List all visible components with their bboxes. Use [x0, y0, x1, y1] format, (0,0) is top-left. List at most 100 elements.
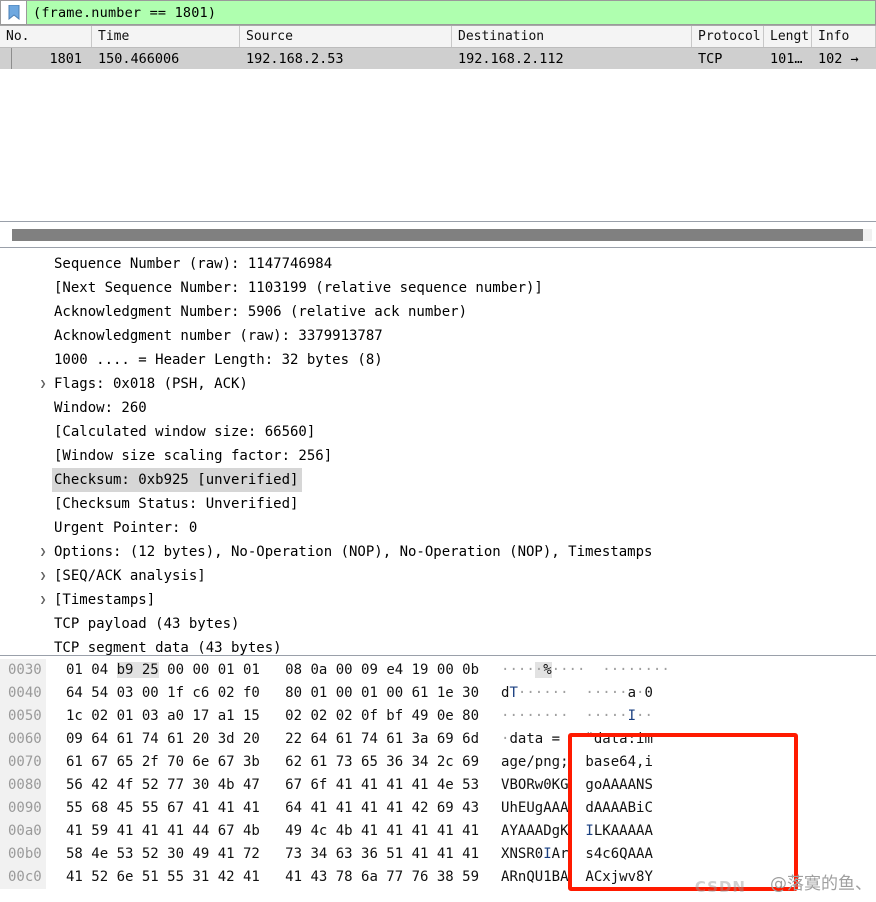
- detail-tree-row[interactable]: [Checksum Status: Unverified]: [0, 492, 876, 516]
- column-header-protocol[interactable]: Protocol: [692, 26, 764, 47]
- detail-tree-row[interactable]: [Next Sequence Number: 1103199 (relative…: [0, 276, 876, 300]
- chevron-right-icon[interactable]: ❯: [34, 588, 52, 612]
- detail-tree-label: Acknowledgment Number: 5906 (relative ac…: [54, 304, 468, 320]
- hex-offset: 0050: [0, 705, 46, 728]
- hex-ascii: ARnQU1BA ACxjwv8Y: [501, 869, 653, 885]
- hex-ascii: XNSR0IAr s4c6QAAA: [501, 846, 653, 862]
- hex-ascii: ········ ·····I··: [501, 708, 653, 724]
- detail-tree-label: Window: 260: [54, 400, 147, 416]
- hex-dump-row[interactable]: 0040 64 54 03 00 1f c6 02 f0 80 01 00 01 …: [0, 682, 876, 705]
- hex-bytes: 61 67 65 2f 70 6e 67 3b 62 61 73 65 36 3…: [66, 754, 480, 770]
- detail-tree-row[interactable]: 1000 .... = Header Length: 32 bytes (8): [0, 348, 876, 372]
- detail-tree-row[interactable]: TCP payload (43 bytes): [0, 612, 876, 636]
- display-filter-input[interactable]: (frame.number == 1801): [26, 0, 876, 25]
- hex-ascii: ·····%···· ········: [501, 662, 670, 678]
- hex-offset: 0070: [0, 751, 46, 774]
- detail-tree-row[interactable]: TCP segment data (43 bytes): [0, 636, 876, 655]
- hex-dump-row[interactable]: 00a0 41 59 41 41 41 44 67 4b 49 4c 4b 41 …: [0, 820, 876, 843]
- cell-no: 1801: [49, 50, 82, 67]
- detail-tree-label: Checksum: 0xb925 [unverified]: [52, 468, 303, 492]
- detail-tree-label: [Next Sequence Number: 1103199 (relative…: [54, 280, 543, 296]
- hex-ascii: AYAAADgK ILKAAAAA: [501, 823, 653, 839]
- cell-time: 150.466006: [98, 50, 180, 67]
- hex-dump-row[interactable]: 00b0 58 4e 53 52 30 49 41 72 73 34 63 36 …: [0, 843, 876, 866]
- detail-tree-row[interactable]: ❯ [SEQ/ACK analysis]: [0, 564, 876, 588]
- column-header-destination[interactable]: Destination: [452, 26, 692, 47]
- csdn-watermark: CSDN: [694, 878, 746, 896]
- detail-tree-row[interactable]: Acknowledgment Number: 5906 (relative ac…: [0, 300, 876, 324]
- hex-dump-row[interactable]: 0080 56 42 4f 52 77 30 4b 47 67 6f 41 41 …: [0, 774, 876, 797]
- detail-tree-label: [Timestamps]: [54, 592, 156, 608]
- detail-tree-row[interactable]: Window: 260: [0, 396, 876, 420]
- hex-ascii: ·data = "data:im: [501, 731, 653, 747]
- chevron-right-icon[interactable]: ❯: [34, 372, 52, 396]
- detail-tree-row[interactable]: ❯ Flags: 0x018 (PSH, ACK): [0, 372, 876, 396]
- packet-details-pane[interactable]: Sequence Number (raw): 1147746984 [Next …: [0, 248, 876, 656]
- author-watermark: @落寞的鱼、: [770, 874, 872, 894]
- cell-length: 101…: [770, 50, 803, 67]
- packet-list-row[interactable]: 1801 150.466006 192.168.2.53 192.168.2.1…: [0, 48, 876, 69]
- detail-tree-row[interactable]: ❯ [Timestamps]: [0, 588, 876, 612]
- detail-tree-label: [SEQ/ACK analysis]: [54, 568, 206, 584]
- hex-dump-row[interactable]: 0030 01 04 b9 25 00 00 01 01 08 0a 00 09 …: [0, 659, 876, 682]
- hex-dump-row[interactable]: 0050 1c 02 01 03 a0 17 a1 15 02 02 02 0f …: [0, 705, 876, 728]
- hex-offset: 0060: [0, 728, 46, 751]
- hex-offset: 00b0: [0, 843, 46, 866]
- detail-tree-label: 1000 .... = Header Length: 32 bytes (8): [54, 352, 383, 368]
- packet-list-pane[interactable]: No. Time Source Destination Protocol Len…: [0, 26, 876, 222]
- detail-tree-label: Acknowledgment number (raw): 3379913787: [54, 328, 383, 344]
- scrollbar-thumb[interactable]: [12, 228, 864, 241]
- column-header-length[interactable]: Lengt: [764, 26, 812, 47]
- detail-tree-label: [Checksum Status: Unverified]: [54, 496, 299, 512]
- hex-dump-row[interactable]: 0090 55 68 45 55 67 41 41 41 64 41 41 41 …: [0, 797, 876, 820]
- scrollbar-track[interactable]: [12, 228, 872, 241]
- hex-bytes: 58 4e 53 52 30 49 41 72 73 34 63 36 51 4…: [66, 846, 480, 862]
- detail-tree-row[interactable]: [Window size scaling factor: 256]: [0, 444, 876, 468]
- column-header-source[interactable]: Source: [240, 26, 452, 47]
- hex-bytes-highlighted: b9 25: [116, 662, 159, 678]
- hex-bytes: 1c 02 01 03 a0 17 a1 15 02 02 02 0f bf 4…: [66, 708, 480, 724]
- cell-destination: 192.168.2.112: [458, 50, 564, 67]
- hex-dump-row[interactable]: 0070 61 67 65 2f 70 6e 67 3b 62 61 73 65 …: [0, 751, 876, 774]
- detail-tree-label: TCP payload (43 bytes): [54, 616, 240, 632]
- packet-bytes-pane[interactable]: 0030 01 04 b9 25 00 00 01 01 08 0a 00 09 …: [0, 656, 876, 899]
- column-header-time[interactable]: Time: [92, 26, 240, 47]
- cell-protocol: TCP: [698, 50, 723, 67]
- bookmark-glyph: [8, 5, 19, 20]
- detail-tree-row[interactable]: ❯ Options: (12 bytes), No-Operation (NOP)…: [0, 540, 876, 564]
- display-filter-text: (frame.number == 1801): [33, 4, 217, 21]
- detail-tree-row[interactable]: Urgent Pointer: 0: [0, 516, 876, 540]
- detail-tree-row[interactable]: Checksum: 0xb925 [unverified]: [0, 468, 876, 492]
- cell-info: 102 →: [818, 50, 859, 67]
- detail-tree-label: [Window size scaling factor: 256]: [54, 448, 333, 464]
- cell-source: 192.168.2.53: [246, 50, 344, 67]
- packet-list-horizontal-scrollbar[interactable]: [0, 222, 876, 248]
- hex-offset: 00a0: [0, 820, 46, 843]
- column-header-info[interactable]: Info: [812, 26, 876, 47]
- hex-dump-row[interactable]: 0060 09 64 61 74 61 20 3d 20 22 64 61 74 …: [0, 728, 876, 751]
- packet-list-header: No. Time Source Destination Protocol Len…: [0, 26, 876, 48]
- hex-ascii: age/png; base64,i: [501, 754, 653, 770]
- bookmark-icon[interactable]: [0, 0, 26, 25]
- chevron-right-icon[interactable]: ❯: [34, 540, 52, 564]
- detail-tree-label: Sequence Number (raw): 1147746984: [54, 256, 333, 272]
- hex-ascii: VBORw0KG goAAAANS: [501, 777, 653, 793]
- hex-bytes: 09 64 61 74 61 20 3d 20 22 64 61 74 61 3…: [66, 731, 480, 747]
- detail-tree-row[interactable]: Acknowledgment number (raw): 3379913787: [0, 324, 876, 348]
- column-header-no[interactable]: No.: [0, 26, 92, 47]
- row-selection-marker: [0, 48, 12, 69]
- hex-offset: 0090: [0, 797, 46, 820]
- detail-tree-row[interactable]: Sequence Number (raw): 1147746984: [0, 252, 876, 276]
- chevron-right-icon[interactable]: ❯: [34, 564, 52, 588]
- detail-tree-label: Urgent Pointer: 0: [54, 520, 198, 536]
- detail-tree-row[interactable]: [Calculated window size: 66560]: [0, 420, 876, 444]
